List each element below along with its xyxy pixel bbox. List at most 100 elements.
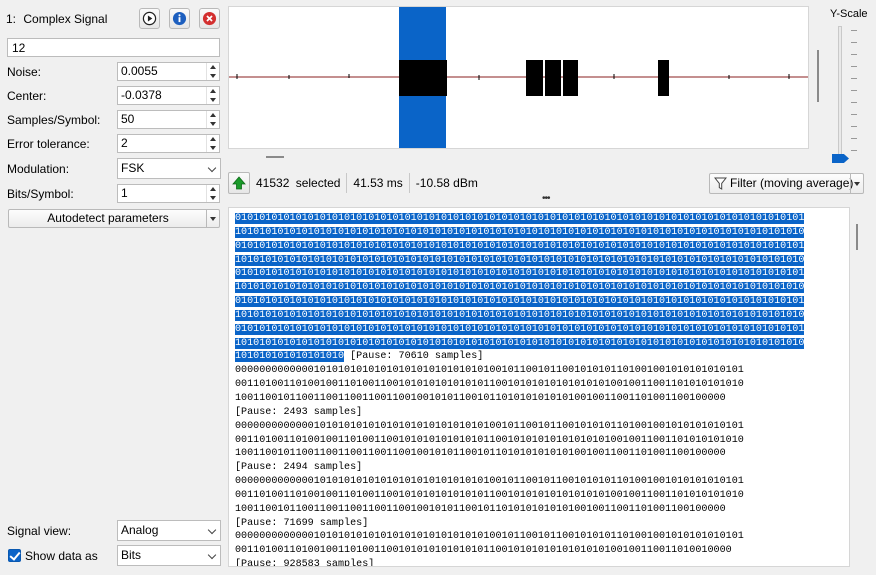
selected-bits: 1010101010101010101010101010101010101010… [235,282,805,294]
signal-number: 1: [6,12,17,26]
bits: 0000000000000101010101010101010101010101… [235,365,744,377]
signal-title: 1: Complex Signal [6,12,107,26]
data-line[interactable]: 1010101010101010101010101010101010101010… [235,254,849,268]
bits: 1001100101100110011001100110010010101100… [235,503,726,515]
modulation-select[interactable]: FSK [117,158,221,179]
data-line[interactable]: 101010101010101010 [Pause: 70610 samples… [235,350,849,364]
selected-bits: 0101010101010101010101010101010101010101… [235,268,805,280]
selected-bits: 0101010101010101010101010101010101010101… [235,213,805,224]
data-line[interactable]: 0101010101010101010101010101010101010101… [235,240,849,254]
modulation-label: Modulation: [7,162,70,176]
close-button[interactable] [199,8,220,29]
bits: 1001100101100110011001100110010010101100… [235,392,726,404]
move-up-button[interactable] [228,172,250,194]
error-tolerance-label: Error tolerance: [7,137,90,151]
signal-name-label: Complex Signal [23,12,108,26]
autodetect-menu-arrow[interactable] [206,210,219,227]
samples-per-symbol-label: Samples/Symbol: [7,113,101,127]
error-tolerance-stepper[interactable] [206,135,219,152]
data-line[interactable]: [Pause: 928583 samples] [235,558,849,567]
play-button[interactable] [139,8,160,29]
pause-marker: [Pause: 70610 samples] [344,351,484,363]
data-line[interactable]: 0000000000000101010101010101010101010101… [235,530,849,544]
data-line[interactable]: 0101010101010101010101010101010101010101… [235,295,849,309]
data-line[interactable]: [Pause: 2493 samples] [235,406,849,420]
modulation-value: FSK [121,161,145,175]
data-line[interactable]: 1010101010101010101010101010101010101010… [235,226,849,240]
autodetect-button[interactable]: Autodetect parameters [8,209,220,228]
signal-graph[interactable] [228,6,809,149]
arrow-up-icon [232,176,246,190]
noise-label: Noise: [7,65,42,79]
data-line[interactable]: 0011010011010010011010011001010101010101… [235,544,849,558]
bits: 0000000000000101010101010101010101010101… [235,476,744,488]
chevron-down-icon [207,550,217,560]
pause-marker: [Pause: 71699 samples] [235,517,369,529]
splitter-handle[interactable]: ••• [542,193,550,204]
filter-label: Filter (moving average) [730,176,854,190]
signal-view-select[interactable]: Analog [117,520,221,541]
selected-bits: 0101010101010101010101010101010101010101… [235,296,805,308]
pause-marker: [Pause: 2494 samples] [235,462,363,474]
samples-per-symbol-stepper[interactable] [206,111,219,128]
bits: 1001100101100110011001100110010010101100… [235,448,726,460]
show-data-select[interactable]: Bits [117,545,221,566]
filter-icon [714,177,727,190]
data-line[interactable]: 1010101010101010101010101010101010101010… [235,337,849,351]
selected-bits: 101010101010101010 [235,351,345,363]
selection-status-bar: 41532 selected 41.53 ms -10.58 dBm [228,172,484,194]
center-value: -0.0378 [121,88,162,102]
signal-name-input[interactable]: 12 [7,38,220,57]
data-line[interactable]: 0000000000000101010101010101010101010101… [235,420,849,434]
bits-per-symbol-spinbox[interactable]: 1 [117,184,220,203]
pause-marker: [Pause: 928583 samples] [235,559,375,567]
data-line[interactable]: 1001100101100110011001100110010010101100… [235,447,849,461]
filter-button[interactable]: Filter (moving average) [709,173,864,194]
signal-bursts [399,60,669,96]
data-line[interactable]: 1001100101100110011001100110010010101100… [235,503,849,517]
yscale-slider-handle[interactable] [832,154,849,163]
selected-bits: 1010101010101010101010101010101010101010… [235,337,805,349]
graph-vertical-scrollbar[interactable] [817,50,819,102]
selected-bits: 0101010101010101010101010101010101010101… [235,323,805,335]
data-line[interactable]: [Pause: 2494 samples] [235,461,849,475]
info-button[interactable] [169,8,190,29]
error-tolerance-value: 2 [121,136,128,150]
show-data-checkbox[interactable] [8,549,21,562]
data-line[interactable]: 1001100101100110011001100110010010101100… [235,392,849,406]
data-line[interactable]: 0000000000000101010101010101010101010101… [235,475,849,489]
selected-bits: 0101010101010101010101010101010101010101… [235,240,805,252]
demodulated-data-view[interactable]: 0101010101010101010101010101010101010101… [228,207,850,567]
data-line[interactable]: 0011010011010010011010011001010101010101… [235,489,849,503]
show-data-label: Show data as [25,549,98,563]
center-stepper[interactable] [206,87,219,104]
data-line[interactable]: 1010101010101010101010101010101010101010… [235,281,849,295]
center-spinbox[interactable]: -0.0378 [117,86,220,105]
data-line[interactable]: 0101010101010101010101010101010101010101… [235,323,849,337]
selection-power: -10.58 dBm [415,176,478,190]
graph-horizontal-scrollbar[interactable] [266,156,284,158]
data-view-scrollbar[interactable] [856,224,858,250]
bits-per-symbol-stepper[interactable] [206,185,219,202]
data-line[interactable]: 0101010101010101010101010101010101010101… [235,267,849,281]
bits: 0011010011010010011010011001010101010101… [235,379,744,391]
data-line[interactable]: 0101010101010101010101010101010101010101… [235,212,849,226]
bits-per-symbol-value: 1 [121,186,128,200]
samples-per-symbol-spinbox[interactable]: 50 [117,110,220,129]
data-line[interactable]: 0011010011010010011010011001010101010101… [235,378,849,392]
samples-per-symbol-value: 50 [121,112,135,126]
data-line[interactable]: 0011010011010010011010011001010101010101… [235,434,849,448]
autodetect-label: Autodetect parameters [47,211,169,225]
noise-spinbox[interactable]: 0.0055 [117,62,220,81]
data-line[interactable]: 1010101010101010101010101010101010101010… [235,309,849,323]
yscale-slider-track[interactable] [838,26,842,161]
data-line[interactable]: [Pause: 71699 samples] [235,517,849,531]
signal-view-value: Analog [121,523,159,537]
filter-menu-arrow[interactable] [850,174,863,193]
chevron-down-icon [207,163,217,173]
error-tolerance-spinbox[interactable]: 2 [117,134,220,153]
selection-duration: 41.53 ms [353,176,403,190]
noise-stepper[interactable] [206,63,219,80]
selected-count-word: selected [295,176,341,190]
data-line[interactable]: 0000000000000101010101010101010101010101… [235,364,849,378]
